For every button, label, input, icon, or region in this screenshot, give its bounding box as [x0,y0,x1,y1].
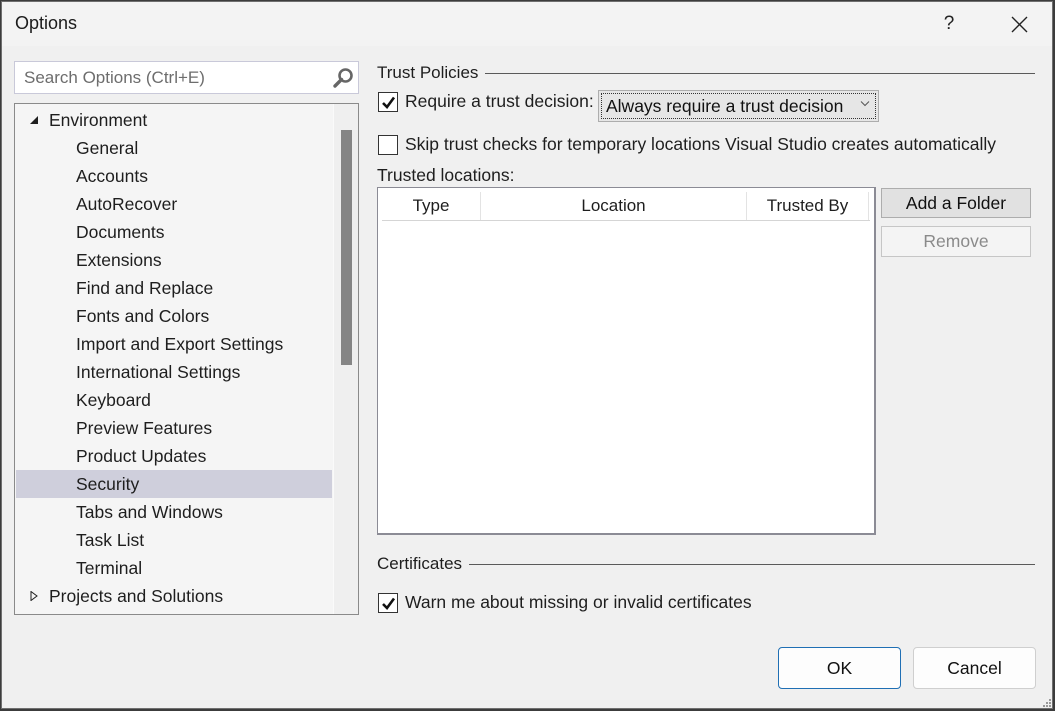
trust-policies-group: Trust Policies [377,63,1035,83]
trusted-locations-label: Trusted locations: [377,165,515,185]
tree-item-label: Fonts and Colors [76,306,210,326]
skip-temp-row: Skip trust checks for temporary location… [378,134,996,155]
checkmark-icon [382,597,396,610]
tree-item-label: Environment [49,110,148,130]
trust-decision-value: Always require a trust decision [606,96,844,116]
tree-item-label: Terminal [76,558,143,578]
remove-button[interactable]: Remove [881,226,1031,257]
tree-item-task-list[interactable]: Task List [16,526,332,554]
search-box [14,61,359,94]
warn-certificates-row: Warn me about missing or invalid certifi… [378,592,752,613]
list-header: Type Location Trusted By [382,192,870,221]
tree-item-label: Task List [76,530,145,550]
tree-item-label: Security [76,474,140,494]
options-tree[interactable]: Environment General Accounts AutoRecover Doc… [14,103,359,615]
tree-item-label: Projects and Solutions [49,586,224,606]
tree-item-environment[interactable]: Environment [16,106,332,134]
close-icon [1011,16,1028,33]
trust-decision-dropdown[interactable]: Always require a trust decision [598,90,879,122]
skip-temp-checkbox[interactable] [378,134,398,155]
add-folder-button[interactable]: Add a Folder [881,188,1031,218]
certificates-group: Certificates [377,554,1035,574]
chevron-down-icon [860,101,870,107]
options-dialog: Options ? Environment General Accounts Auto… [1,1,1053,709]
tree-item-label: Extensions [76,250,162,270]
tree-item-extensions[interactable]: Extensions [16,246,332,274]
tree-item-label: Preview Features [76,418,213,438]
tree-item-tabs-and-windows[interactable]: Tabs and Windows [16,498,332,526]
tree-item-terminal[interactable]: Terminal [16,554,332,582]
expanded-triangle-icon[interactable] [29,115,39,125]
dialog-title: Options [15,13,78,33]
tree-item-accounts[interactable]: Accounts [16,162,332,190]
help-button[interactable]: ? [932,8,966,40]
close-button[interactable] [1002,8,1036,40]
tree-scrollbar[interactable] [333,104,358,614]
tree-item-import-and-export-settings[interactable]: Import and Export Settings [16,330,332,358]
tree-item-fonts-and-colors[interactable]: Fonts and Colors [16,302,332,330]
column-header-location[interactable]: Location [481,192,747,220]
tree-item-security[interactable]: Security [16,470,332,498]
require-trust-checkbox[interactable] [378,91,398,112]
tree-item-documents[interactable]: Documents [16,218,332,246]
require-trust-label[interactable]: Require a trust decision: [405,91,594,112]
tree-item-label: Keyboard [76,390,151,410]
tree-item-keyboard[interactable]: Keyboard [16,386,332,414]
trusted-locations-list[interactable]: Type Location Trusted By [377,187,876,535]
tree-item-general[interactable]: General [16,134,332,162]
warn-certificates-label[interactable]: Warn me about missing or invalid certifi… [405,592,752,613]
warn-certificates-checkbox[interactable] [378,592,398,613]
search-icon[interactable] [332,67,354,89]
tree-item-label: AutoRecover [76,194,178,214]
column-header-type[interactable]: Type [382,192,481,220]
group-divider [469,563,1035,565]
collapsed-triangle-icon[interactable] [29,591,39,601]
tree-item-label: Tabs and Windows [76,502,223,522]
tree-item-label: Product Updates [76,446,207,466]
tree-item-preview-features[interactable]: Preview Features [16,414,332,442]
cancel-button[interactable]: Cancel [913,647,1036,689]
tree-item-projects-and-solutions[interactable]: Projects and Solutions [16,582,332,610]
tree-item-label: International Settings [76,362,241,382]
tree-item-label: Documents [76,222,165,242]
tree-item-label: Import and Export Settings [76,334,284,354]
tree-item-product-updates[interactable]: Product Updates [16,442,332,470]
column-header-trusted-by[interactable]: Trusted By [747,192,869,220]
group-divider [485,72,1035,74]
tree-item-label: Find and Replace [76,278,214,298]
tree-item-autorecover[interactable]: AutoRecover [16,190,332,218]
certificates-heading: Certificates [377,554,463,573]
trust-policies-heading: Trust Policies [377,63,479,82]
skip-temp-label[interactable]: Skip trust checks for temporary location… [405,134,996,155]
ok-button[interactable]: OK [778,647,901,689]
tree-item-label: General [76,138,139,158]
tree-item-find-and-replace[interactable]: Find and Replace [16,274,332,302]
checkmark-icon [382,96,396,109]
tree-scroll-thumb[interactable] [341,130,352,365]
search-input[interactable] [22,67,322,89]
tree-item-label: Accounts [76,166,148,186]
title-bar: Options ? [2,2,1052,46]
require-trust-row: Require a trust decision: [378,91,594,112]
tree-item-international-settings[interactable]: International Settings [16,358,332,386]
resize-grip-icon[interactable] [1043,699,1051,707]
